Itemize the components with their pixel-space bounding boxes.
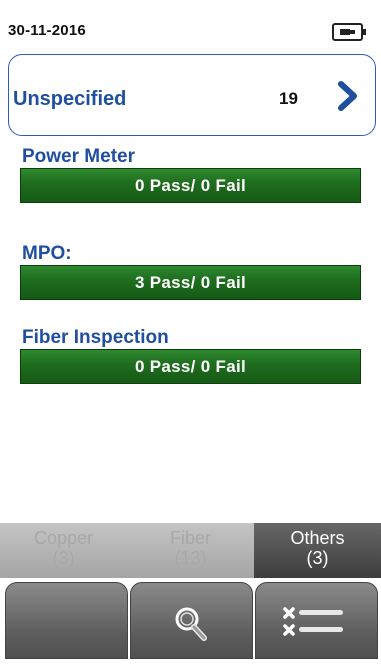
softkey-checklist-button[interactable]: [255, 582, 378, 659]
power-meter-title: Power Meter: [22, 146, 135, 167]
project-count: 19: [279, 89, 298, 108]
tab-others-label: Others: [290, 528, 345, 548]
status-bar: 30-11-2016: [0, 0, 381, 52]
power-meter-result-bar[interactable]: 0 Pass/ 0 Fail: [20, 168, 361, 203]
chevron-right-icon[interactable]: [335, 81, 361, 111]
fiber-inspection-result-bar[interactable]: 0 Pass/ 0 Fail: [20, 349, 361, 384]
softkey-search-button[interactable]: [130, 582, 253, 659]
tab-fiber-count: (13): [174, 548, 207, 568]
tab-fiber-label: Fiber: [169, 528, 211, 548]
tab-copper[interactable]: Copper (3): [0, 523, 127, 578]
tab-others-count: (3): [306, 548, 329, 568]
checklist-icon: [283, 607, 343, 636]
magnifier-icon: [175, 607, 207, 641]
tab-others[interactable]: Others (3): [254, 523, 381, 578]
fiber-inspection-title: Fiber Inspection: [22, 327, 169, 348]
battery-icon: [332, 23, 366, 41]
softkey-bar: [0, 578, 381, 659]
tab-bar: Copper (3) Fiber (13) Others (3): [0, 523, 381, 578]
tab-fiber[interactable]: Fiber (13): [127, 523, 254, 578]
tab-copper-label: Copper: [33, 528, 94, 548]
mpo-title: MPO:: [22, 243, 72, 264]
tab-copper-count: (3): [52, 548, 75, 568]
date-label: 30-11-2016: [8, 22, 86, 39]
mpo-result-bar[interactable]: 3 Pass/ 0 Fail: [20, 265, 361, 300]
softkey-blank-button[interactable]: [5, 582, 128, 659]
project-name: Unspecified: [13, 88, 127, 110]
project-selector[interactable]: Unspecified 19: [8, 54, 376, 136]
